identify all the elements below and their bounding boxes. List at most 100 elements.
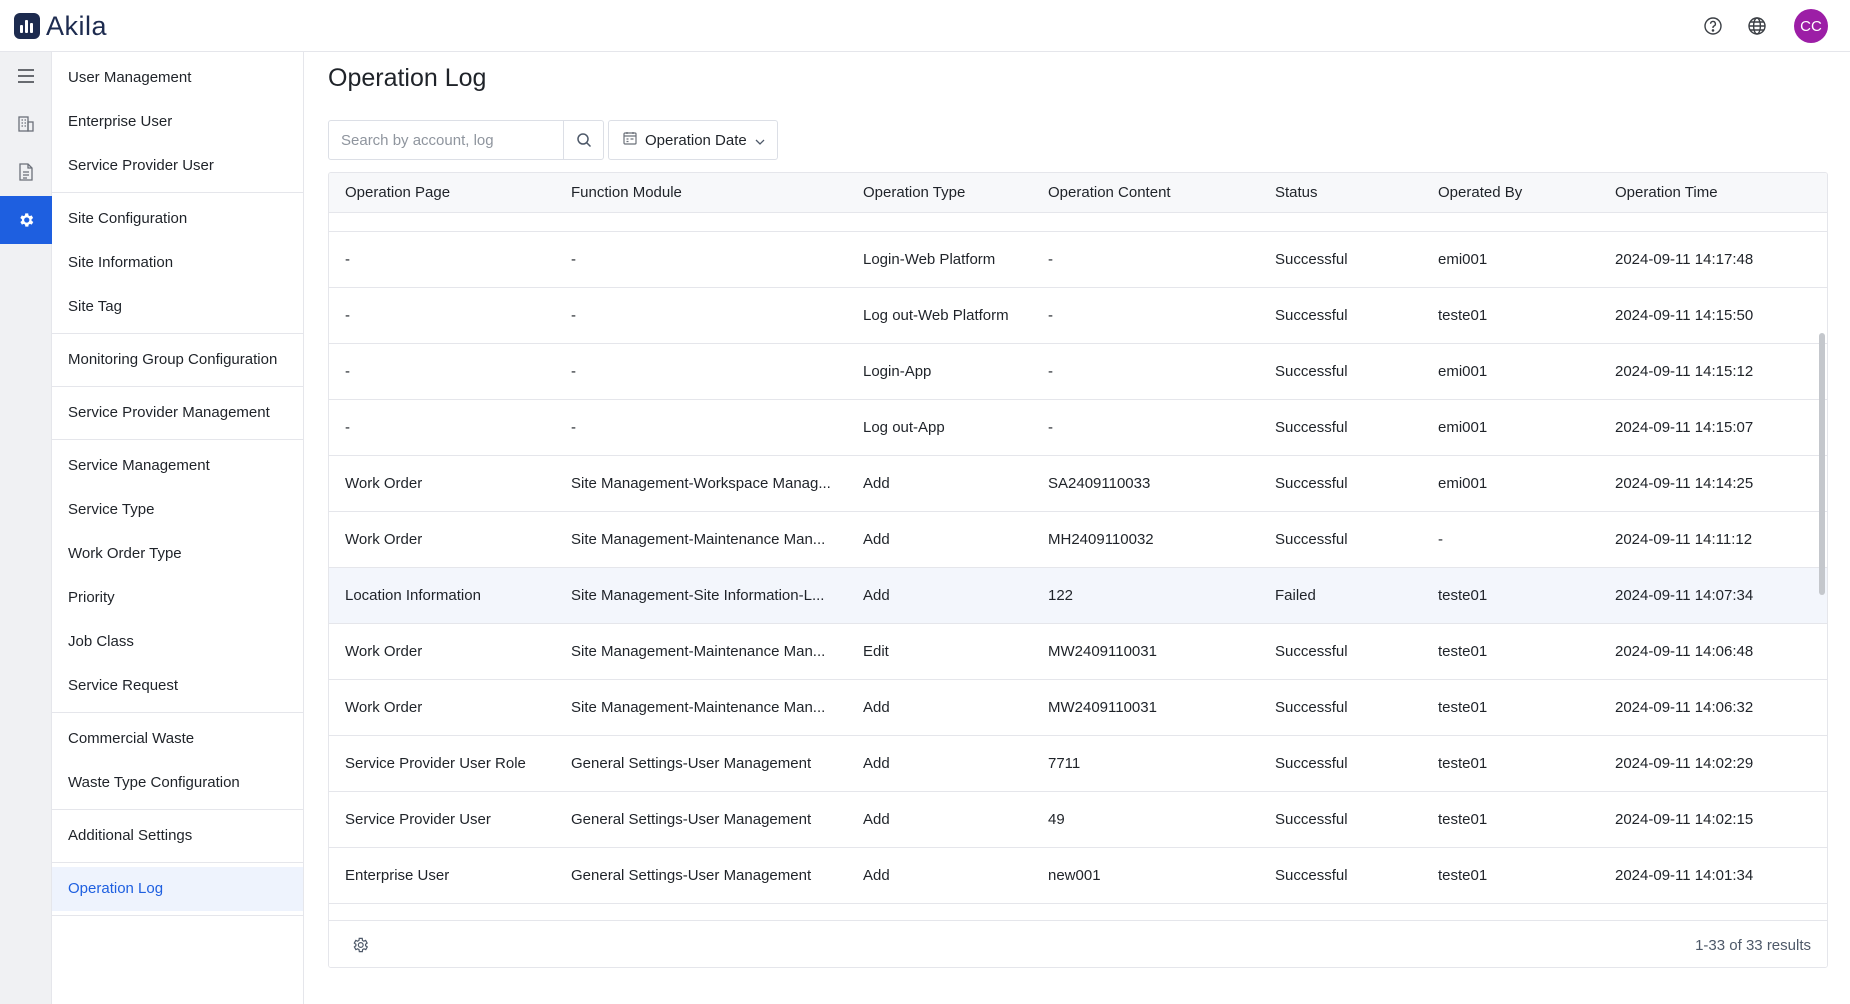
sidebar-item-service-management[interactable]: Service Management <box>52 444 303 488</box>
sidebar-item-service-request[interactable]: Service Request <box>52 664 303 708</box>
sidebar-item-site-tag[interactable]: Site Tag <box>52 285 303 329</box>
sidebar-item-operation-log[interactable]: Operation Log <box>52 867 303 911</box>
cell-operation-content: new001 <box>1048 867 1101 884</box>
table-row[interactable]: --Log out-Web Platform-Successfulemi0012… <box>329 213 1827 232</box>
cell-status: Successful <box>1275 755 1348 772</box>
sidebar-item-service-type[interactable]: Service Type <box>52 488 303 532</box>
column-settings-gear-icon[interactable] <box>351 936 371 956</box>
cell-status: Successful <box>1275 811 1348 828</box>
cell-operation-time: 2024-09-11 14:15:07 <box>1615 419 1754 436</box>
sidebar-item-additional-settings[interactable]: Additional Settings <box>52 814 303 858</box>
icon-rail <box>0 52 52 1004</box>
sidebar-item-monitoring-group-configuration[interactable]: Monitoring Group Configuration <box>52 338 303 382</box>
table-row[interactable]: Location Information Site Management-Site… <box>329 568 1827 624</box>
sidebar-item-commercial-waste[interactable]: Commercial Waste <box>52 717 303 761</box>
sidebar-item-user-management[interactable]: User Management <box>52 56 303 100</box>
sidebar-item-service-provider-management[interactable]: Service Provider Management <box>52 391 303 435</box>
cell-operation-content: MH2409110032 <box>1048 531 1154 548</box>
cell-operation-type: Add <box>863 699 890 716</box>
akila-logo-icon <box>14 13 40 39</box>
sidebar-item-site-configuration[interactable]: Site Configuration <box>52 197 303 241</box>
cell-function-module: Site Management-Maintenance Man... <box>571 643 826 660</box>
operation-date-filter[interactable]: Operation Date <box>608 120 778 160</box>
cell-status: Successful <box>1275 307 1348 324</box>
table-row[interactable]: Work Order Site Management-Workspace Mana… <box>329 456 1827 512</box>
table-row[interactable]: - - Login-App - Successful emi001 2024-09-11 1… <box>329 344 1827 400</box>
cell-function-module: - <box>555 213 847 232</box>
cell-operation-content: 122 <box>1048 587 1074 604</box>
cell-operation-time: 2024-09-11 14:15:50 <box>1615 307 1754 324</box>
user-avatar[interactable]: CC <box>1794 9 1828 43</box>
top-bar: Akila CC <box>0 0 1850 52</box>
cell-operated-by: emi001 <box>1438 251 1488 268</box>
sidebar-item-site-information[interactable]: Site Information <box>52 241 303 285</box>
cell-operation-time: 2024-09-11 14:01:34 <box>1615 867 1754 884</box>
sidebar-group: Commercial Waste Waste Type Configuration <box>52 713 303 810</box>
gear-icon[interactable] <box>0 196 52 244</box>
sidebar-item-waste-type-configuration[interactable]: Waste Type Configuration <box>52 761 303 805</box>
cell-operation-type: Add <box>863 475 890 492</box>
cell-operated-by: teste01 <box>1438 307 1488 324</box>
cell-operation-time: 2024-09-11 15:05:02 <box>1599 213 1827 232</box>
cell-operation-time: 2024-09-11 14:14:25 <box>1615 475 1754 492</box>
sidebar-item-service-provider-user[interactable]: Service Provider User <box>52 144 303 188</box>
search-input[interactable] <box>329 121 563 159</box>
help-circle-icon[interactable] <box>1702 15 1724 37</box>
sidebar-item-enterprise-user[interactable]: Enterprise User <box>52 100 303 144</box>
scrollbar-thumb[interactable] <box>1819 333 1825 595</box>
table-row[interactable]: Work Order Site Management-Maintenance Ma… <box>329 624 1827 680</box>
cell-operation-time: 2024-09-11 14:15:12 <box>1615 363 1754 380</box>
brand-logo[interactable]: Akila <box>14 11 107 41</box>
search-icon[interactable] <box>563 121 603 159</box>
cell-operation-page: Location Information <box>345 587 481 604</box>
column-header-operation-type[interactable]: Operation Type <box>847 173 1032 213</box>
column-header-operated-by[interactable]: Operated By <box>1422 173 1599 213</box>
top-actions: CC <box>1702 9 1828 43</box>
cell-operation-page: - <box>345 419 350 436</box>
main-content: Operation Log Operation Date Operation P… <box>304 52 1850 1004</box>
table-row[interactable]: Service Provider User Role General Settin… <box>329 736 1827 792</box>
globe-icon[interactable] <box>1746 15 1768 37</box>
cell-operation-page: Work Order <box>345 475 423 492</box>
table-scrollbar[interactable] <box>1817 213 1827 920</box>
column-header-operation-time[interactable]: Operation Time <box>1599 173 1827 213</box>
table-row[interactable]: Service Provider User General Settings-Us… <box>329 792 1827 848</box>
table-body[interactable]: --Log out-Web Platform-Successfulemi0012… <box>329 213 1827 920</box>
table-row[interactable]: - - Login-Web Platform - Successful emi001 202… <box>329 232 1827 288</box>
column-header-operation-content[interactable]: Operation Content <box>1032 173 1259 213</box>
cell-operation-page: Work Order <box>345 531 423 548</box>
sidebar-group: Additional Settings <box>52 810 303 863</box>
column-header-function-module[interactable]: Function Module <box>555 173 847 213</box>
cell-operation-content: - <box>1048 307 1053 324</box>
cell-function-module: General Settings-User Management <box>571 867 812 884</box>
operation-log-table: Operation Page Function Module Operation T… <box>328 172 1828 968</box>
sidebar-item-priority[interactable]: Priority <box>52 576 303 620</box>
cell-status: Successful <box>1275 867 1348 884</box>
page-title: Operation Log <box>328 64 487 92</box>
building-icon[interactable] <box>0 100 52 148</box>
table-row[interactable]: Enterprise User General Settings-User Man… <box>329 848 1827 904</box>
sidebar-item-work-order-type[interactable]: Work Order Type <box>52 532 303 576</box>
cell-status: Successful <box>1275 251 1348 268</box>
cell-operation-type: Add <box>863 587 890 604</box>
cell-function-module: - <box>571 251 576 268</box>
chevron-down-icon <box>755 132 765 149</box>
cell-operation-type: Add <box>863 867 890 884</box>
column-header-status[interactable]: Status <box>1259 173 1422 213</box>
table-row[interactable]: Work Order Site Management-Maintenance Ma… <box>329 512 1827 568</box>
cell-operation-type: Login-App <box>863 363 932 380</box>
table-row[interactable]: - - Log out-Web Platform - Successful teste01… <box>329 288 1827 344</box>
sidebar-item-job-class[interactable]: Job Class <box>52 620 303 664</box>
column-header-operation-page[interactable]: Operation Page <box>329 173 555 213</box>
hamburger-menu-icon[interactable] <box>0 52 52 100</box>
sidebar-group: User Management Enterprise User Service Pr… <box>52 52 303 193</box>
document-icon[interactable] <box>0 148 52 196</box>
cell-operation-page: Work Order <box>345 643 423 660</box>
cell-operated-by: teste01 <box>1438 755 1488 772</box>
table-row[interactable]: Work Order Site Management-Maintenance Ma… <box>329 680 1827 736</box>
date-filter-label: Operation Date <box>645 131 747 149</box>
table-row[interactable]: - - Log out-App - Successful emi001 2024-09-11… <box>329 400 1827 456</box>
cell-operated-by: - <box>1438 531 1443 548</box>
cell-operation-time: 2024-09-11 14:02:15 <box>1615 811 1754 828</box>
sidebar-group: Site Configuration Site Information Site T… <box>52 193 303 334</box>
